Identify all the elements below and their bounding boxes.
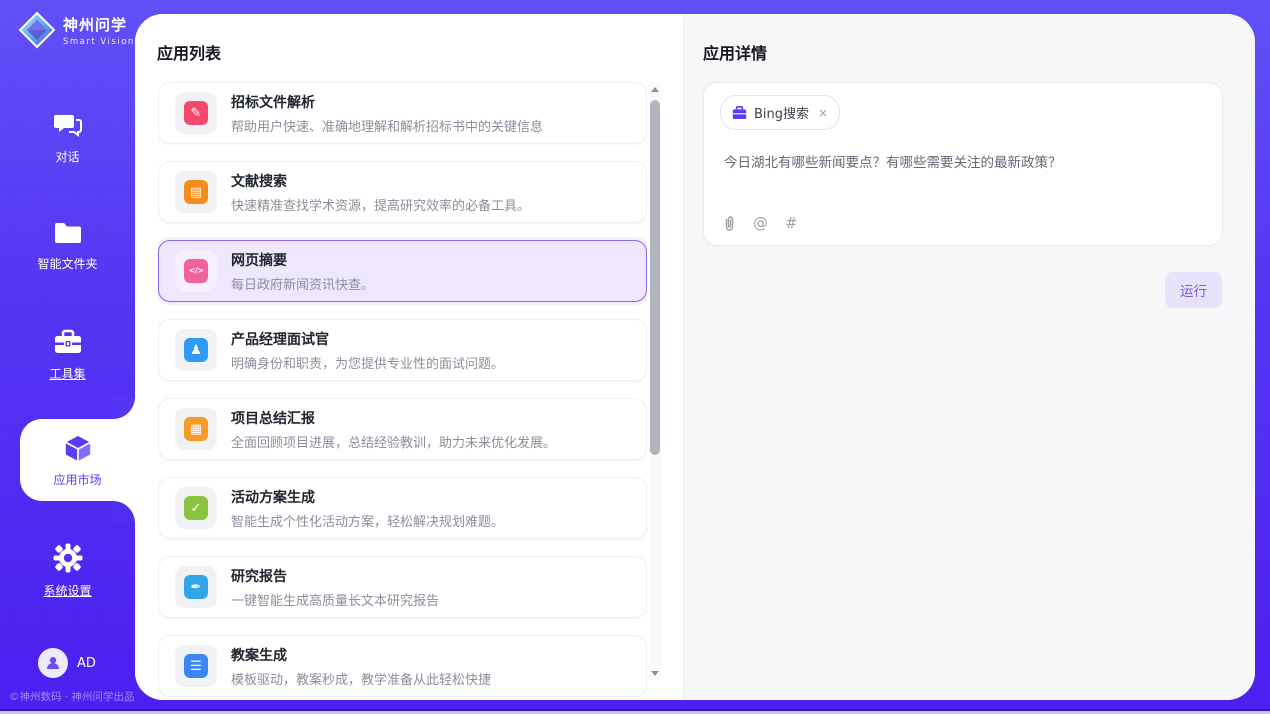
app-description: 快速精准查找学术资源，提高研究效率的必备工具。	[231, 195, 530, 214]
app-description: 明确身份和职责，为您提供专业性的面试问题。	[231, 353, 504, 372]
notepad-icon: ▦	[184, 417, 208, 441]
person-icon	[45, 655, 61, 671]
gear-icon	[53, 543, 83, 573]
app-icon-container: </>	[175, 250, 217, 292]
avatar	[38, 648, 68, 678]
sidebar-item-label: 系统设置	[0, 582, 135, 599]
briefcase-icon	[732, 106, 747, 120]
app-card[interactable]: ▤ 文献搜索 快速精准查找学术资源，提高研究效率的必备工具。	[158, 161, 647, 223]
app-icon-container: ▤	[175, 171, 217, 213]
sidebar-item-settings[interactable]: 系统设置	[0, 543, 135, 599]
run-button[interactable]: 运行	[1165, 272, 1222, 308]
paperclip-icon[interactable]	[723, 215, 736, 232]
interviewer-icon: ♟	[184, 338, 208, 362]
active-tab-top-curve	[113, 397, 135, 419]
sidebar-item-app-market[interactable]: 应用市场	[20, 419, 135, 501]
books-icon: ☰	[184, 654, 208, 678]
app-list-scrollbar	[649, 82, 661, 680]
app-icon-container: ▦	[175, 408, 217, 450]
app-description: 帮助用户快速、准确地理解和解析招标书中的关键信息	[231, 116, 543, 135]
app-title: 活动方案生成	[231, 487, 504, 507]
tool-chip-label: Bing搜索	[754, 103, 809, 122]
user-account[interactable]: AD	[38, 648, 96, 678]
app-title: 教案生成	[231, 645, 491, 665]
microscope-icon: ✒	[184, 575, 208, 599]
at-mention-icon[interactable]: @	[753, 214, 768, 232]
main-content: 应用列表 ✎ 招标文件解析 帮助用户快速、准确地理解和解析招标书中的关键信息 ▤…	[135, 14, 1255, 700]
app-detail-panel: 应用详情 Bing搜索 × 今日湖北有哪些新闻要点？有哪些需要关注的最新政策？ …	[683, 14, 1255, 700]
chat-icon	[53, 111, 83, 139]
sidebar-item-label: 对话	[0, 148, 135, 165]
brand-logo: 神州问学 Smart Vision	[18, 11, 135, 49]
app-description: 模板驱动，教案秒成，教学准备从此轻松快捷	[231, 669, 491, 688]
app-title: 网页摘要	[231, 250, 374, 270]
sidebar-item-label: 工具集	[0, 365, 135, 382]
app-list: ✎ 招标文件解析 帮助用户快速、准确地理解和解析招标书中的关键信息 ▤ 文献搜索…	[158, 82, 647, 700]
document-edit-icon: ✎	[184, 101, 208, 125]
app-title: 招标文件解析	[231, 92, 543, 112]
brand-subtitle: Smart Vision	[63, 37, 135, 47]
app-icon-container: ☰	[175, 645, 217, 687]
app-description: 每日政府新闻资讯快查。	[231, 274, 374, 293]
prompt-composer[interactable]: Bing搜索 × 今日湖北有哪些新闻要点？有哪些需要关注的最新政策？ @ #	[703, 82, 1223, 246]
app-title: 研究报告	[231, 566, 439, 586]
browser-code-icon: </>	[184, 259, 208, 283]
composer-toolbar: @ #	[723, 214, 798, 232]
cube-icon	[62, 432, 94, 464]
app-title: 产品经理面试官	[231, 329, 504, 349]
app-card[interactable]: </> 网页摘要 每日政府新闻资讯快查。	[158, 240, 647, 302]
app-list-title: 应用列表	[157, 40, 221, 64]
app-card[interactable]: ✎ 招标文件解析 帮助用户快速、准确地理解和解析招标书中的关键信息	[158, 82, 647, 144]
app-icon-container: ✓	[175, 487, 217, 529]
toolbox-icon	[52, 328, 84, 356]
app-card[interactable]: ☰ 教案生成 模板驱动，教案秒成，教学准备从此轻松快捷	[158, 635, 647, 697]
scrollbar-thumb[interactable]	[650, 100, 660, 455]
query-text-input[interactable]: 今日湖北有哪些新闻要点？有哪些需要关注的最新政策？	[724, 153, 1202, 173]
sidebar-item-toolbox[interactable]: 工具集	[0, 328, 135, 382]
app-icon-container: ✒	[175, 566, 217, 608]
clipboard-check-icon: ✓	[184, 496, 208, 520]
app-icon-container: ♟	[175, 329, 217, 371]
folder-icon	[53, 220, 83, 246]
sidebar-item-chat[interactable]: 对话	[0, 111, 135, 165]
app-description: 一键智能生成高质量长文本研究报告	[231, 590, 439, 609]
user-initials: AD	[77, 656, 96, 671]
app-card[interactable]: ✒ 研究报告 一键智能生成高质量长文本研究报告	[158, 556, 647, 618]
app-title: 文献搜索	[231, 171, 530, 191]
brand-name: 神州问学	[63, 14, 135, 35]
copyright-footer: ©神州数码 · 神州问学出品	[9, 689, 135, 704]
sidebar-item-label: 应用市场	[20, 471, 135, 488]
sidebar: 神州问学 Smart Vision 对话 智能文件夹 工具集	[0, 0, 135, 714]
diamond-logo-icon	[18, 11, 56, 49]
scrollbar-up-arrow[interactable]	[649, 82, 661, 96]
app-card[interactable]: ✓ 活动方案生成 智能生成个性化活动方案，轻松解决规划难题。	[158, 477, 647, 539]
sidebar-item-smart-folder[interactable]: 智能文件夹	[0, 220, 135, 272]
sidebar-item-label: 智能文件夹	[0, 255, 135, 272]
app-card[interactable]: ▦ 项目总结汇报 全面回顾项目进展，总结经验教训，助力未来优化发展。	[158, 398, 647, 460]
chip-remove-icon[interactable]: ×	[818, 106, 828, 120]
hash-tag-icon[interactable]: #	[785, 214, 798, 232]
tool-chip-bing-search[interactable]: Bing搜索 ×	[720, 95, 840, 130]
book-icon: ▤	[184, 180, 208, 204]
active-tab-bottom-curve	[113, 501, 135, 523]
app-icon-container: ✎	[175, 92, 217, 134]
app-title: 项目总结汇报	[231, 408, 556, 428]
app-card[interactable]: ♟ 产品经理面试官 明确身份和职责，为您提供专业性的面试问题。	[158, 319, 647, 381]
scrollbar-down-arrow[interactable]	[649, 666, 661, 680]
app-list-panel: 应用列表 ✎ 招标文件解析 帮助用户快速、准确地理解和解析招标书中的关键信息 ▤…	[135, 14, 683, 700]
app-description: 智能生成个性化活动方案，轻松解决规划难题。	[231, 511, 504, 530]
app-detail-title: 应用详情	[703, 40, 767, 64]
app-description: 全面回顾项目进展，总结经验教训，助力未来优化发展。	[231, 432, 556, 451]
